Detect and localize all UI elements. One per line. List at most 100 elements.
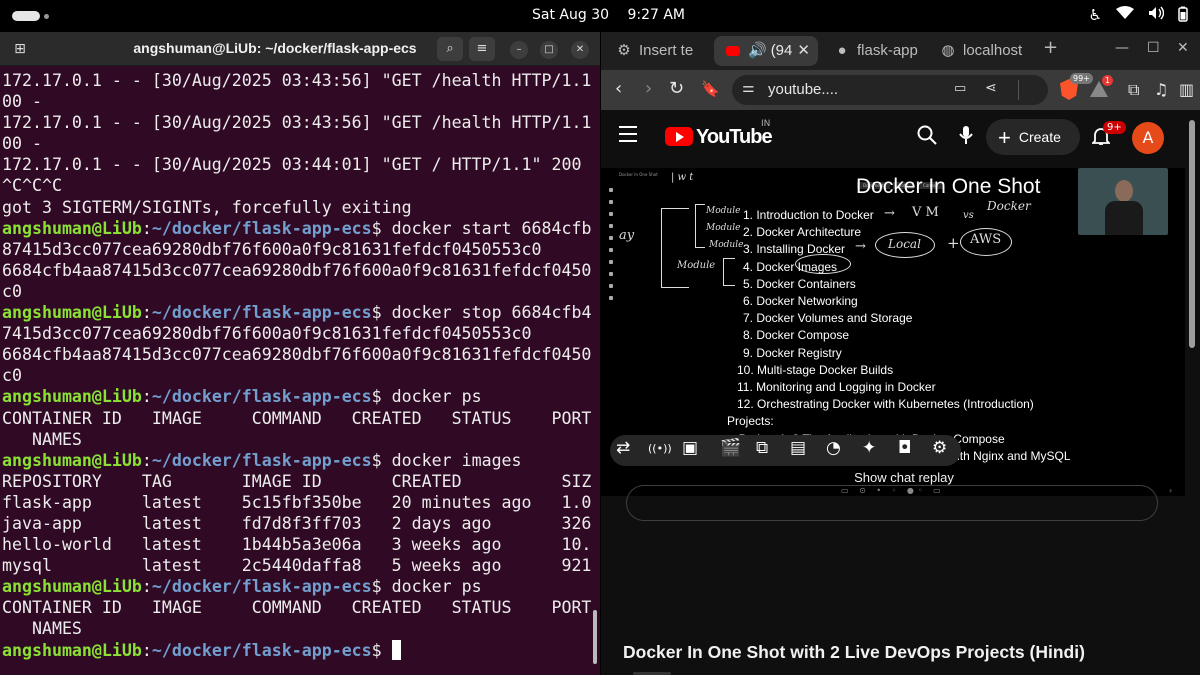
- slide-next-icon[interactable]: ›: [1169, 486, 1172, 495]
- prompt-path: ~/docker/flask-app-ecs: [151, 577, 372, 597]
- slide-topic-item: 2. Docker Architecture: [743, 225, 862, 240]
- tab-close-icon[interactable]: ✕: [797, 36, 810, 66]
- workspace-indicator[interactable]: [12, 11, 40, 21]
- camera-icon[interactable]: ◘: [898, 438, 911, 458]
- clock-time: 9:27 AM: [627, 7, 686, 23]
- speed-icon[interactable]: ◔: [826, 438, 841, 458]
- clock[interactable]: Sat Aug 30 9:27 AM: [532, 7, 699, 23]
- accessibility-icon[interactable]: ♿: [1089, 6, 1102, 26]
- prompt-separator: :: [141, 640, 152, 660]
- share-icon[interactable]: ⋖: [985, 80, 997, 96]
- prompt-command: docker stop 6684cfb4aa8: [391, 303, 592, 323]
- clock-date: Sat Aug 30: [532, 7, 610, 23]
- reload-icon[interactable]: ↻: [669, 78, 684, 100]
- prompt-symbol: $: [371, 450, 382, 470]
- prompt-user: angshuman@LiUb: [2, 303, 142, 323]
- prompt-command: docker ps: [381, 577, 482, 597]
- cast-icon[interactable]: ▭: [954, 81, 966, 96]
- system-top-bar: Sat Aug 30 9:27 AM ♿: [0, 0, 1200, 32]
- terminal-output-line: hello-world latest 1b44b5a3e06a 3 weeks …: [2, 534, 592, 555]
- clapper-icon[interactable]: 🎬: [720, 438, 741, 458]
- tab-chatgpt[interactable]: ⚙ Insert te: [615, 36, 711, 66]
- terminal-prompt-line: angshuman@LiUb:~/docker/flask-app-ecs$: [2, 639, 592, 661]
- microphone-icon[interactable]: [959, 125, 973, 150]
- terminal-menu-icon[interactable]: ≡: [469, 37, 495, 61]
- slide-topic-list: 1. Introduction to Docker 2. Docker Archi…: [727, 207, 1071, 465]
- youtube-wordmark: YouTube: [696, 126, 773, 148]
- subtitles-icon[interactable]: ▤: [790, 438, 806, 458]
- desktop: Sat Aug 30 9:27 AM ♿ ⊞ angshuman@LiUb: ~…: [0, 0, 1200, 675]
- terminal-output[interactable]: 172.17.0.1 - - [30/Aug/2025 03:43:56] "G…: [2, 70, 592, 670]
- annotation-top: | w t: [671, 172, 694, 183]
- pip-icon[interactable]: ⧉: [756, 438, 768, 458]
- maximize-icon[interactable]: ☐: [1147, 40, 1160, 56]
- output-text: 00 -: [2, 92, 42, 112]
- wifi-icon[interactable]: [1116, 6, 1134, 26]
- prompt-symbol: $: [371, 218, 382, 238]
- minimize-icon[interactable]: —: [1115, 40, 1129, 56]
- loop-icon[interactable]: ⇄: [616, 438, 630, 458]
- output-text: 7415d3cc077cea69280dbf76f600a0f9c81631fe…: [2, 324, 532, 344]
- sparkle-icon[interactable]: ✦: [862, 438, 876, 458]
- annotation-module-1: Module: [706, 206, 741, 216]
- tab-localhost[interactable]: ◍ localhost: [939, 36, 1031, 66]
- tab-youtube[interactable]: 🔊 (94 ✕: [714, 36, 818, 66]
- browser-tab-bar: ⚙ Insert te 🔊 (94 ✕ ● flask-app ◍ localhost …: [601, 32, 1200, 70]
- output-text: c0: [2, 366, 22, 386]
- settings-icon[interactable]: ⚙: [932, 438, 947, 458]
- search-icon[interactable]: [917, 125, 937, 150]
- chat-replay-button[interactable]: [626, 485, 1158, 521]
- output-text: hello-world latest 1b44b5a3e06a 3 weeks …: [2, 535, 592, 555]
- tab-github[interactable]: ● flask-app: [833, 36, 925, 66]
- terminal-search-icon[interactable]: ⌕: [437, 37, 463, 61]
- music-icon[interactable]: ♫: [1154, 80, 1168, 99]
- minimize-icon[interactable]: –: [510, 41, 528, 59]
- new-terminal-tab-icon[interactable]: ⊞: [8, 38, 32, 60]
- chatgpt-icon: ⚙: [617, 42, 631, 59]
- output-text: 00 -: [2, 134, 42, 154]
- back-icon[interactable]: ‹: [615, 78, 622, 100]
- system-tray[interactable]: ♿: [1089, 6, 1188, 26]
- slide-topic-item: 11. Monitoring and Logging in Docker: [737, 380, 936, 395]
- new-tab-icon[interactable]: +: [1043, 37, 1058, 58]
- sidebar-icon[interactable]: ▥: [1179, 80, 1194, 99]
- live-icon[interactable]: ((•)): [648, 442, 672, 455]
- output-text: NAMES: [2, 429, 82, 449]
- output-text: 172.17.0.1 - - [30/Aug/2025 03:43:56] "G…: [2, 113, 592, 133]
- hamburger-menu-icon[interactable]: [619, 126, 637, 147]
- audio-icon[interactable]: 🔊: [748, 42, 767, 59]
- close-icon[interactable]: ✕: [571, 41, 589, 59]
- site-settings-icon[interactable]: ⚌: [742, 80, 755, 96]
- create-button[interactable]: + Create: [986, 119, 1080, 155]
- extensions-icon[interactable]: ⧉: [1128, 80, 1139, 100]
- maximize-icon[interactable]: □: [540, 41, 558, 59]
- forward-icon[interactable]: ›: [645, 78, 652, 100]
- prompt-symbol: $: [371, 303, 382, 323]
- prompt-symbol: $: [371, 387, 382, 407]
- bookmark-icon[interactable]: 🔖: [701, 78, 720, 100]
- output-text: mysql latest 2c5440daffa8 5 weeks ago 92…: [2, 556, 592, 576]
- workspace-dot[interactable]: [44, 14, 49, 19]
- page-scrollbar[interactable]: [1189, 120, 1195, 348]
- slide-projects-label: Projects:: [727, 414, 774, 429]
- output-text: 87415d3cc077cea69280dbf76f600a0f9c81631f…: [2, 239, 542, 259]
- annotation-day: ay: [619, 228, 635, 243]
- terminal-scrollbar[interactable]: [593, 610, 597, 664]
- terminal-header: ⊞ angshuman@LiUb: ~/docker/flask-app-ecs…: [0, 32, 600, 66]
- volume-icon[interactable]: [1148, 6, 1165, 26]
- close-icon[interactable]: ✕: [1177, 40, 1189, 56]
- prompt-separator: :: [141, 387, 152, 407]
- prompt-separator: :: [141, 218, 152, 238]
- video-title[interactable]: Docker In One Shot with 2 Live DevOps Pr…: [623, 642, 1085, 663]
- prompt-path: ~/docker/flask-app-ecs: [151, 218, 372, 238]
- prompt-symbol: $: [371, 577, 382, 597]
- slide-topic-item: 10. Multi-stage Docker Builds: [737, 362, 894, 377]
- youtube-play-icon: [665, 127, 693, 146]
- battery-icon[interactable]: [1178, 6, 1188, 26]
- terminal-prompt-line: angshuman@LiUb:~/docker/flask-app-ecs$ d…: [2, 450, 592, 471]
- prompt-command: [382, 641, 392, 660]
- avatar[interactable]: A: [1132, 122, 1164, 154]
- view-icon[interactable]: ▣: [682, 438, 698, 458]
- terminal-output-line: CONTAINER ID IMAGE COMMAND CREATED STATU…: [2, 597, 592, 618]
- address-bar[interactable]: ⚌ youtube.... ▭ ⋖: [732, 75, 1048, 105]
